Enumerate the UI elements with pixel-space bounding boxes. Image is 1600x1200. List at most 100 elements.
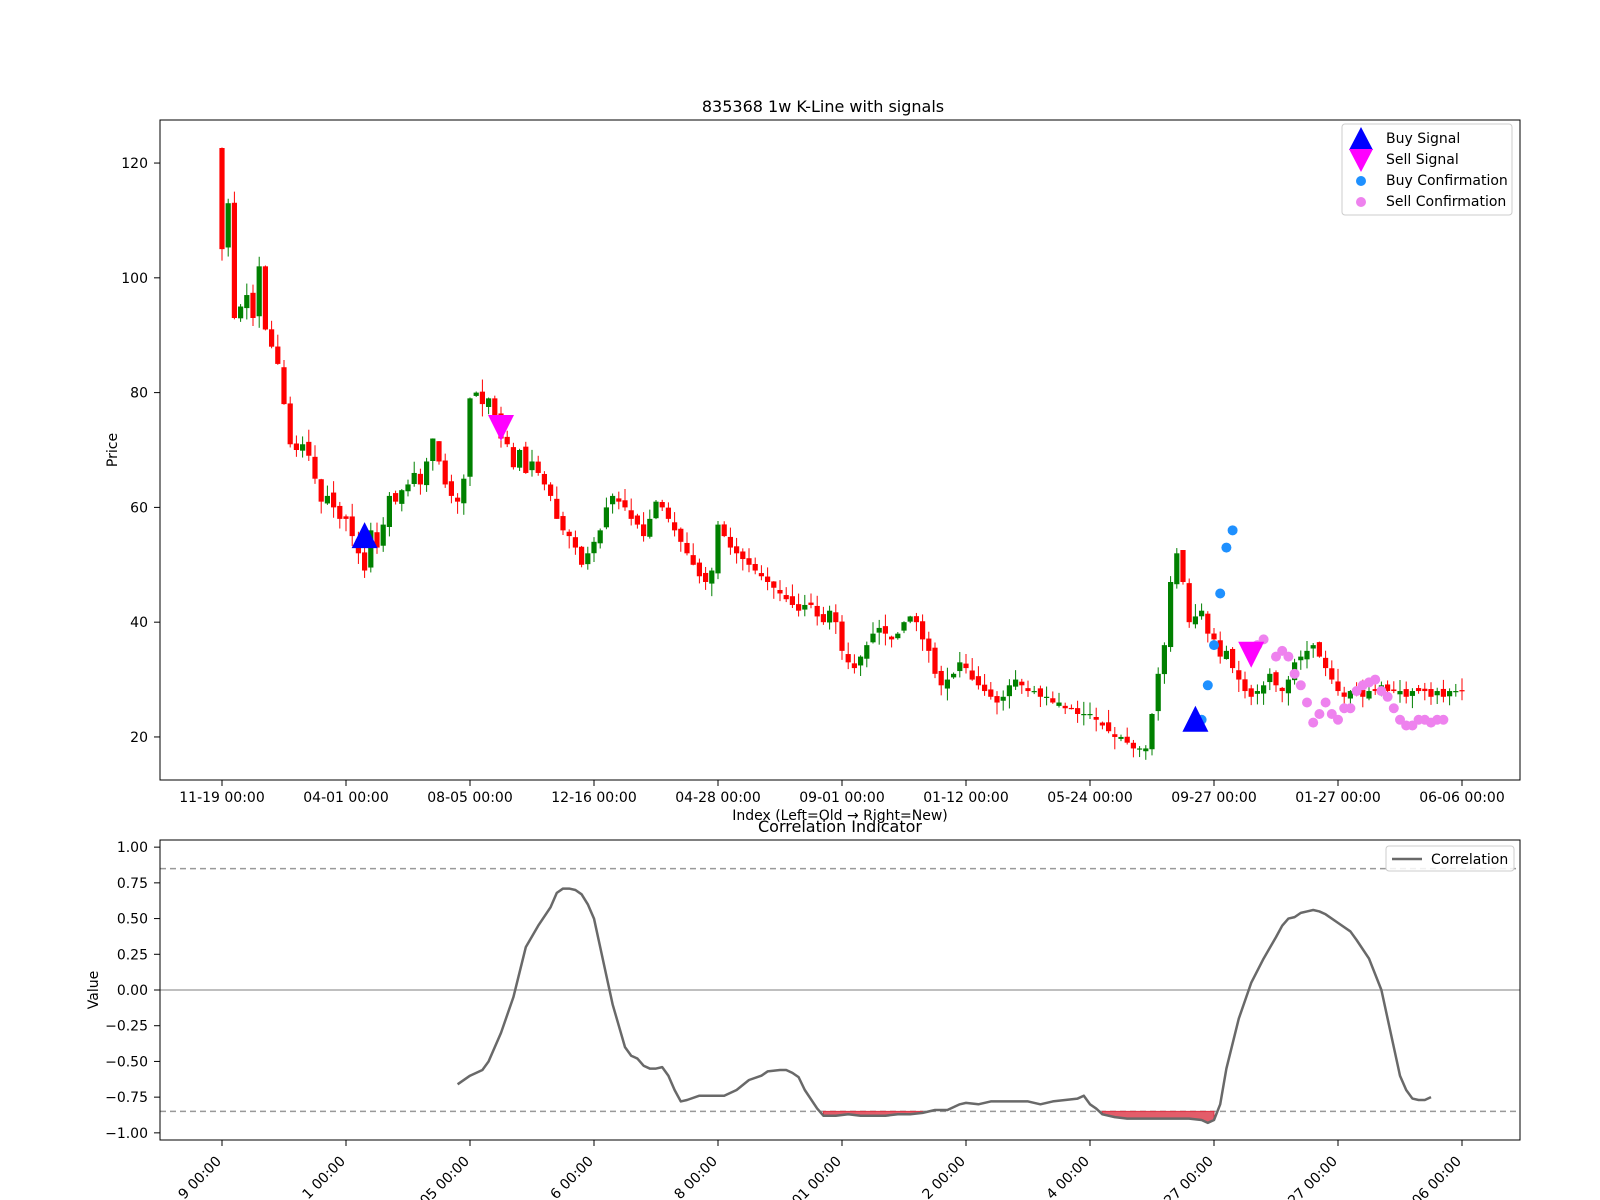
- candle-body: [1000, 696, 1006, 701]
- candle-body: [957, 662, 963, 672]
- candle-body: [1180, 550, 1186, 582]
- candle-body: [938, 670, 944, 686]
- sell-confirmation-point: [1308, 717, 1319, 728]
- candle-body: [920, 621, 926, 640]
- candle-body: [324, 495, 330, 504]
- correlation-x-tick-label: 01 00:00: [789, 1154, 845, 1200]
- kline-x-tick-label: 06-06 00:00: [1419, 790, 1504, 806]
- candle-body: [1106, 722, 1112, 732]
- candle-body: [1019, 681, 1025, 686]
- candle-body: [523, 446, 529, 473]
- sell-confirmation-point: [1345, 703, 1356, 714]
- sell-confirmation-point: [1388, 703, 1399, 714]
- correlation-y-tick-label: −0.50: [105, 1054, 148, 1070]
- candle-body: [1285, 679, 1291, 694]
- candle-body: [1056, 702, 1062, 706]
- candle-body: [1155, 673, 1161, 712]
- candle-body: [684, 542, 690, 554]
- candle-body: [1143, 748, 1149, 752]
- candle-body: [659, 502, 665, 508]
- candle-body: [1248, 688, 1254, 697]
- correlation-y-tick-label: −1.00: [105, 1126, 148, 1142]
- candle-body: [517, 450, 523, 468]
- candle-body: [777, 589, 783, 594]
- candle-body: [238, 306, 244, 319]
- candle-body: [1075, 708, 1081, 714]
- sell-confirmation-point: [1314, 709, 1325, 719]
- candle-body: [256, 266, 262, 317]
- candle-body: [994, 696, 1000, 703]
- candle-body: [1186, 583, 1192, 623]
- candle-body: [1223, 650, 1229, 660]
- candle-body: [634, 515, 640, 525]
- candle-body: [560, 516, 566, 531]
- kline-x-tick-label: 08-05 00:00: [427, 790, 512, 806]
- candle-body: [802, 604, 808, 610]
- candle-body: [1335, 681, 1341, 692]
- candle-body: [1068, 707, 1074, 710]
- candle-body: [510, 447, 516, 468]
- candle-body: [486, 398, 492, 407]
- correlation-x-tick-label: 1 00:00: [300, 1154, 349, 1200]
- candle-body: [529, 461, 535, 471]
- candle-body: [479, 391, 485, 405]
- candle-body: [1403, 689, 1409, 697]
- buy-confirmation-point: [1221, 542, 1232, 553]
- candle-body: [1329, 668, 1335, 680]
- candle-body: [312, 456, 318, 479]
- correlation-y-tick-label: 0.00: [117, 983, 148, 999]
- candle-body: [269, 329, 275, 347]
- kline-y-tick-label: 100: [121, 271, 148, 287]
- kline-ylabel: Price: [105, 433, 121, 467]
- sell-confirmation-point: [1382, 691, 1393, 702]
- kline-signal-markers: [351, 415, 1449, 732]
- kline-x-tick-label: 12-16 00:00: [551, 790, 636, 806]
- candle-body: [405, 484, 411, 492]
- candle-body: [1440, 688, 1446, 697]
- candle-body: [436, 441, 442, 462]
- candle-body: [814, 605, 820, 617]
- sell-confirmation-point: [1295, 680, 1306, 691]
- buy-confirmation-point: [1209, 640, 1219, 651]
- candle-body: [703, 572, 709, 582]
- candle-body: [783, 595, 789, 600]
- candle-body: [541, 473, 547, 485]
- correlation-x-tick-label: 9 00:00: [176, 1154, 225, 1200]
- candle-body: [281, 367, 287, 405]
- legend-buy-signal-label: Buy Signal: [1386, 131, 1460, 147]
- candle-body: [1161, 645, 1167, 675]
- candle-body: [1323, 657, 1329, 669]
- candle-body: [827, 610, 833, 623]
- candle-body: [1366, 691, 1372, 699]
- candle-body: [988, 689, 994, 697]
- correlation-x-tick-label: 06 00:00: [1409, 1154, 1465, 1200]
- candle-body: [1149, 714, 1155, 750]
- candle-body: [870, 633, 876, 643]
- candle-body: [306, 441, 312, 456]
- kline-x-tick-label: 09-27 00:00: [1171, 790, 1256, 806]
- candle-body: [492, 398, 498, 416]
- candle-body: [1447, 691, 1453, 697]
- candle-body: [591, 541, 597, 554]
- candle-body: [331, 492, 337, 508]
- legend-sell-signal-label: Sell Signal: [1386, 152, 1459, 168]
- candle-body: [548, 484, 554, 496]
- kline-x-tick-label: 01-27 00:00: [1295, 790, 1380, 806]
- correlation-y-tick-label: 0.25: [117, 947, 148, 963]
- sell-confirmation-point: [1283, 651, 1294, 662]
- kline-y-tick-label: 40: [130, 615, 148, 631]
- legend-sell-confirmation-label: Sell Confirmation: [1386, 194, 1506, 210]
- candle-body: [1391, 689, 1397, 692]
- candle-body: [1397, 691, 1403, 695]
- candle-body: [1037, 688, 1043, 697]
- candle-body: [448, 481, 454, 496]
- candle-body: [1205, 613, 1211, 634]
- candle-body: [262, 266, 268, 330]
- correlation-x-tick-label: 6 00:00: [548, 1154, 597, 1200]
- candle-body: [579, 546, 585, 565]
- candle-body: [535, 461, 541, 473]
- candle-body: [603, 507, 609, 528]
- candle-body: [901, 622, 907, 631]
- buy-confirmation-point: [1227, 525, 1238, 536]
- candle-body: [1199, 610, 1205, 617]
